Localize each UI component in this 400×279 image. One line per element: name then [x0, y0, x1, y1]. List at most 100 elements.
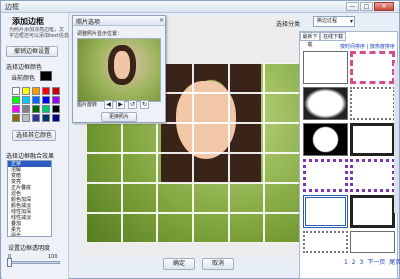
grid-cell [193, 183, 229, 213]
preview-subject [108, 45, 136, 85]
border-thumbnail[interactable] [303, 51, 348, 84]
border-thumbnail[interactable] [303, 87, 348, 120]
color-swatch[interactable] [42, 87, 50, 95]
cancel-border-button[interactable]: 撤销边框设置 [6, 46, 58, 57]
border-thumbnail[interactable] [350, 231, 395, 253]
dialog-close-icon[interactable]: ✕ [158, 17, 165, 24]
position-prompt: 调整照片显示位置： [77, 31, 123, 37]
border-thumbnail[interactable] [350, 159, 395, 192]
grid-cell [157, 153, 193, 183]
current-color-label: 当前颜色 [11, 75, 36, 82]
color-swatch[interactable] [12, 87, 20, 95]
grid-cell [121, 213, 158, 243]
maximize-button[interactable]: □ [360, 2, 373, 11]
grid-cell [264, 213, 300, 243]
cancel-button[interactable]: 取消 [202, 258, 234, 270]
color-swatch[interactable] [32, 105, 40, 113]
rotate-ccw-icon[interactable]: ↺ [128, 100, 137, 109]
rotate-right-icon[interactable]: ▶ [116, 100, 125, 109]
grid-cell [86, 123, 122, 153]
color-swatch[interactable] [12, 96, 20, 104]
grid-cell [157, 183, 193, 213]
slider-max-label: 100 [48, 254, 58, 260]
effect-listbox[interactable]: 正常溶解变暗变亮正片叠底滤色颜色加深颜色减淡线性加深线性减淡叠加柔光强光亮光 [7, 160, 52, 237]
transparency-slider[interactable] [8, 261, 60, 264]
grid-cell [228, 183, 265, 213]
grid-cell [228, 153, 265, 183]
desc-line-2: 字边框还可以添加text信息 [9, 33, 69, 39]
rotate-cw-icon[interactable]: ↻ [140, 100, 149, 109]
color-swatch[interactable] [52, 114, 60, 122]
color-swatch[interactable] [32, 87, 40, 95]
border-thumbnail[interactable] [350, 87, 395, 120]
current-color-swatch[interactable] [40, 71, 52, 81]
grid-cell [121, 153, 158, 183]
color-swatch[interactable] [12, 105, 20, 113]
next-page-link[interactable]: 下一页 [367, 259, 385, 266]
tab-online[interactable]: 在线下载 [320, 32, 346, 41]
color-swatch[interactable] [32, 96, 40, 104]
color-swatch[interactable] [22, 87, 30, 95]
ok-button[interactable]: 确定 [163, 258, 195, 270]
effect-list-item[interactable]: 强光 [8, 233, 51, 236]
sort-link[interactable]: 按时间排序 | 按热度排序 [340, 43, 395, 50]
color-swatch[interactable] [42, 105, 50, 113]
category-select[interactable]: 撕边过程 ▾ [313, 16, 355, 27]
border-thumbnail[interactable] [350, 123, 395, 156]
page-2-link[interactable]: 2 [352, 259, 356, 266]
pagination: 1 2 3 下一页 尾页 [344, 257, 400, 266]
color-swatch[interactable] [22, 114, 30, 122]
color-swatch[interactable] [12, 114, 20, 122]
window-title: 边框 [5, 3, 19, 11]
dialog-title-bar: 照片选项 ✕ [73, 16, 165, 26]
color-swatch[interactable] [22, 96, 30, 104]
border-thumbnail[interactable] [303, 159, 348, 192]
color-swatch[interactable] [42, 114, 50, 122]
grid-cell [264, 63, 300, 93]
border-thumbnail[interactable] [303, 123, 348, 156]
tab-latest[interactable]: 最新下载 [300, 32, 320, 48]
left-panel: 添加边框 为照片添加漂亮边框，文 字边框还可以添加text信息 撤销边框设置 选… [2, 13, 69, 279]
close-button[interactable]: ✕ [374, 2, 394, 11]
grid-cell [193, 213, 229, 243]
grid-cell [157, 213, 193, 243]
category-value: 撕边过程 [317, 18, 338, 24]
other-color-button[interactable]: 选择其它颜色 [12, 130, 56, 141]
color-swatch[interactable] [22, 105, 30, 113]
color-swatch[interactable] [52, 96, 60, 104]
border-thumbnail[interactable] [350, 51, 395, 84]
rotate-left-icon[interactable]: ◀ [104, 100, 113, 109]
page-3-link[interactable]: 3 [360, 259, 364, 266]
slider-thumb[interactable] [7, 258, 12, 267]
grid-cell [121, 183, 158, 213]
grid-cell [193, 63, 229, 93]
color-swatch[interactable] [52, 87, 60, 95]
chevron-down-icon: ▾ [349, 18, 353, 25]
position-preview[interactable] [77, 38, 161, 102]
color-palette [12, 87, 60, 122]
grid-cell [264, 123, 300, 153]
color-swatch[interactable] [52, 105, 60, 113]
minimize-button[interactable]: — [346, 2, 359, 11]
grid-cell [157, 123, 193, 153]
dialog-title: 照片选项 [76, 19, 101, 26]
border-thumbnail[interactable] [303, 231, 348, 253]
photo-options-dialog: 照片选项 ✕ 调整照片显示位置： 图片旋转 ◀ ▶ ↺ ↻ 更换照片 [72, 15, 166, 123]
page-1-link[interactable]: 1 [344, 259, 348, 266]
grid-cell [121, 123, 158, 153]
border-thumbnail[interactable] [350, 195, 395, 228]
change-photo-button[interactable]: 更换照片 [101, 112, 137, 122]
scrollbar[interactable] [394, 63, 399, 213]
grid-cell [264, 153, 300, 183]
choose-color-label: 选择边框颜色 [6, 64, 43, 71]
grid-cell [86, 183, 122, 213]
border-thumbnail[interactable] [303, 195, 348, 228]
color-swatch[interactable] [42, 96, 50, 104]
grid-cell [228, 123, 265, 153]
border-library-panel: 最新下载 在线下载 按时间排序 | 按热度排序 1 2 3 下一页 尾页 [299, 31, 400, 279]
color-swatch[interactable] [32, 114, 40, 122]
last-page-link[interactable]: 尾页 [389, 259, 400, 266]
rotate-label: 图片旋转 [77, 102, 98, 108]
grid-cell [228, 63, 265, 93]
grid-cell [86, 153, 122, 183]
